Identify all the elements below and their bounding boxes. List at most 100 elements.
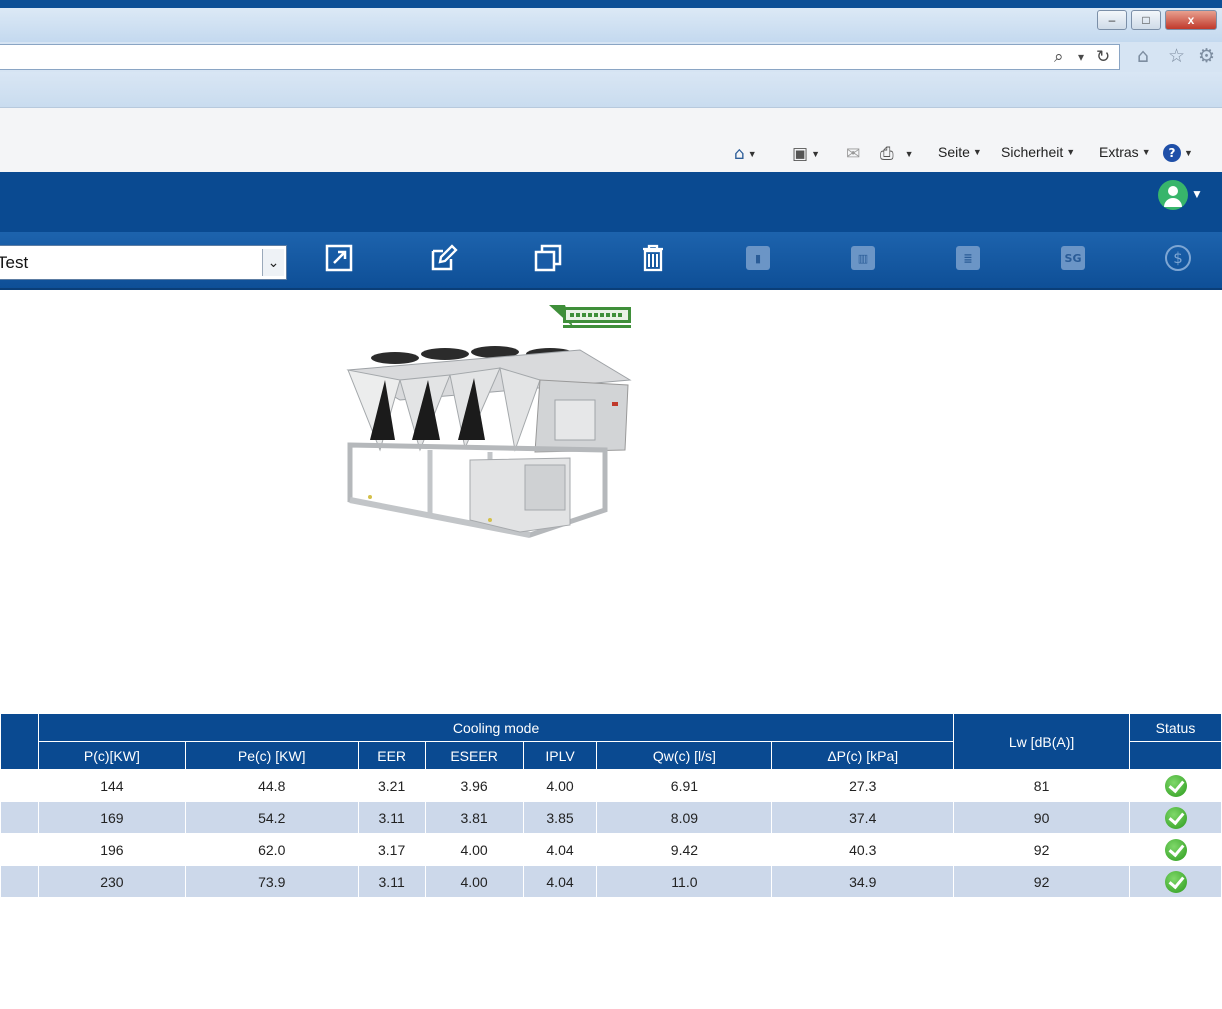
feeds-command[interactable]: ▣ ▼ [792, 144, 820, 164]
home-icon: ⌂ [734, 144, 745, 164]
row-selector-cell[interactable] [0, 833, 39, 866]
table-row[interactable]: 169 54.2 3.11 3.81 3.85 8.09 37.4 90 [0, 801, 1222, 834]
home-command[interactable]: ⌂ ▼ [734, 144, 757, 164]
refresh-icon[interactable]: ↻ [1096, 47, 1110, 67]
search-icon[interactable]: ⌕ [1054, 47, 1064, 67]
minimize-button[interactable]: – [1097, 10, 1127, 30]
check-icon [1164, 774, 1187, 797]
table-cell: 3.85 [522, 801, 598, 834]
status-cell [1129, 801, 1222, 834]
sg-icon: SG [1061, 246, 1085, 270]
table-cell: 27.3 [771, 769, 955, 802]
table-cell: 4.04 [522, 833, 598, 866]
edit-icon [431, 244, 458, 271]
gear-icon[interactable]: ⚙ [1198, 45, 1215, 67]
table-cell: 11.0 [596, 865, 773, 898]
table-row[interactable]: 196 62.0 3.17 4.00 4.04 9.42 40.3 92 [0, 833, 1222, 866]
table-cell: 81 [953, 769, 1130, 802]
close-button[interactable]: x [1165, 10, 1217, 30]
table-cell: 169 [37, 801, 186, 834]
copy-icon [534, 244, 562, 272]
delete-button[interactable] [633, 238, 673, 278]
help-menu[interactable]: ? ▼ [1163, 144, 1193, 162]
brand-logo [547, 301, 633, 331]
table-cell: 62.0 [184, 833, 359, 866]
search-dropdown-icon[interactable]: ▾ [1078, 50, 1084, 64]
export-icon [325, 244, 353, 272]
table-cell: 40.3 [771, 833, 955, 866]
delete-icon [643, 244, 663, 272]
table-cell: 230 [37, 865, 186, 898]
title-bar [0, 8, 1222, 42]
print-command[interactable]: ⎙ ▼ [880, 144, 914, 164]
extras-menu[interactable]: Extras ▼ [1099, 144, 1151, 160]
sg-button[interactable]: SG [1053, 238, 1093, 278]
chevron-down-icon: ▼ [972, 147, 982, 157]
chevron-down-icon: ▼ [904, 149, 914, 159]
app-header [0, 172, 1222, 232]
chevron-down-icon[interactable]: ▼ [1191, 187, 1203, 201]
window-top-border [0, 0, 1222, 8]
project-select[interactable]: Test ⌄ [0, 245, 287, 280]
row-selector-cell[interactable] [0, 801, 39, 834]
cooling-mode-header: Cooling mode [37, 713, 955, 742]
user-icon-body [1164, 198, 1182, 207]
table-cell: 144 [37, 769, 186, 802]
chevron-down-icon: ▼ [1184, 148, 1193, 158]
status-cell [1129, 833, 1222, 866]
print-icon: ⎙ [880, 144, 894, 164]
mail-command[interactable]: ✉ [846, 144, 860, 164]
user-menu-button[interactable] [1158, 180, 1188, 210]
chart-icon: ▥ [851, 246, 875, 270]
edit-button[interactable] [424, 238, 464, 278]
project-select-value: Test [0, 252, 29, 272]
row-selector-cell[interactable] [0, 769, 39, 802]
lock-button[interactable]: ▮ [738, 238, 778, 278]
table-cell: 44.8 [184, 769, 359, 802]
copy-button[interactable] [528, 238, 568, 278]
column-header: P(c)[KW] [37, 741, 186, 770]
home-icon[interactable]: ⌂ [1137, 45, 1149, 67]
lock-icon: ▮ [746, 246, 770, 270]
close-icon: x [1187, 13, 1195, 27]
sicherheit-label: Sicherheit [1001, 144, 1064, 160]
maximize-button[interactable]: □ [1131, 10, 1161, 30]
status-header: Status [1129, 713, 1222, 742]
address-bar[interactable] [0, 44, 1120, 70]
performance-table-wrap: Cooling mode Lw [dB(A)] Status P(c)[KW] … [0, 713, 1222, 898]
table-cell: 9.42 [596, 833, 773, 866]
table-cell: 8.09 [596, 801, 773, 834]
table-cell: 37.4 [771, 801, 955, 834]
table-cell: 3.11 [357, 865, 426, 898]
export-button[interactable] [319, 238, 359, 278]
table-cell: 3.17 [357, 833, 426, 866]
lw-header: Lw [dB(A)] [953, 713, 1130, 770]
column-header: EER [357, 741, 426, 770]
row-header-cell [0, 713, 39, 770]
table-cell: 90 [953, 801, 1130, 834]
seite-menu[interactable]: Seite ▼ [938, 144, 982, 160]
table-cell: 3.96 [424, 769, 524, 802]
star-icon[interactable]: ☆ [1168, 45, 1185, 67]
column-header: ESEER [424, 741, 524, 770]
tab-row [0, 72, 1222, 108]
column-header: ΔP(c) [kPa] [771, 741, 955, 770]
check-icon [1164, 806, 1187, 829]
sicherheit-menu[interactable]: Sicherheit ▼ [1001, 144, 1075, 160]
user-icon [1168, 186, 1178, 196]
chevron-down-icon: ▼ [1141, 147, 1151, 157]
currency-button[interactable]: $ [1158, 238, 1198, 278]
table-row[interactable]: 144 44.8 3.21 3.96 4.00 6.91 27.3 81 [0, 769, 1222, 802]
table-cell: 4.00 [424, 865, 524, 898]
document-button[interactable]: ≣ [948, 238, 988, 278]
table-cell: 4.00 [424, 833, 524, 866]
chevron-down-icon: ▼ [747, 149, 757, 159]
table-cell: 3.21 [357, 769, 426, 802]
chart-button[interactable]: ▥ [843, 238, 883, 278]
document-icon: ≣ [956, 246, 980, 270]
chevron-down-icon[interactable]: ⌄ [262, 249, 284, 276]
table-cell: 3.11 [357, 801, 426, 834]
chiller-product-image [346, 346, 632, 538]
row-selector-cell[interactable] [0, 865, 39, 898]
table-row[interactable]: 230 73.9 3.11 4.00 4.04 11.0 34.9 92 [0, 865, 1222, 898]
